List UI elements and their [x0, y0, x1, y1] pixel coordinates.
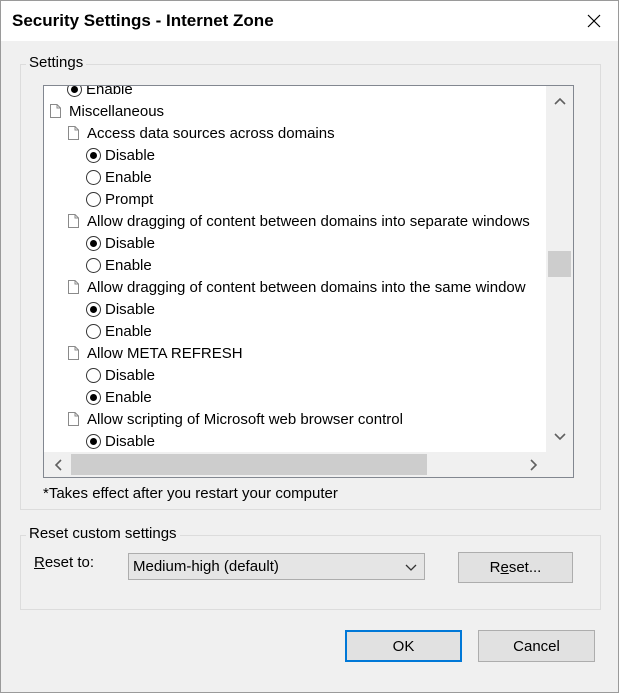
- tree-radio-option[interactable]: Enable: [44, 86, 547, 100]
- tree-item-label: Enable: [105, 322, 152, 340]
- close-button[interactable]: [578, 5, 610, 37]
- tree-item-label: Access data sources across domains: [87, 124, 335, 142]
- tree-item-label: Allow dragging of content between domain…: [87, 212, 530, 230]
- close-icon: [587, 14, 601, 28]
- vertical-scrollbar[interactable]: [546, 86, 573, 452]
- reset-button[interactable]: Re set...: [458, 552, 573, 583]
- tree-setting-item[interactable]: Allow scripting of Microsoft web browser…: [44, 408, 547, 430]
- ok-button[interactable]: OK: [345, 630, 462, 662]
- tree-item-label: Disable: [105, 234, 156, 252]
- tree-item-label: Allow META REFRESH: [87, 344, 243, 362]
- tree-item-label: Allow dragging of content between domain…: [87, 278, 526, 296]
- security-settings-dialog: Security Settings - Internet Zone Settin…: [0, 0, 619, 693]
- reset-to-label-text: eset to:: [44, 554, 95, 571]
- scroll-right-button[interactable]: [520, 454, 547, 476]
- title-bar: Security Settings - Internet Zone: [1, 1, 618, 41]
- reset-button-access-key: e: [500, 559, 509, 576]
- document-icon: [68, 346, 79, 360]
- reset-group-label: Reset custom settings: [26, 525, 180, 542]
- settings-tree-viewport: Enable Miscellaneous Access data sources a…: [44, 86, 547, 452]
- chevron-up-icon: [553, 97, 566, 105]
- tree-item-label: Allow scripting of Microsoft web browser…: [87, 410, 403, 428]
- tree-radio-option[interactable]: Enable: [44, 254, 547, 276]
- radio-unchecked-icon[interactable]: [86, 169, 101, 185]
- chevron-down-icon: [405, 564, 417, 571]
- tree-setting-item[interactable]: Miscellaneous: [44, 100, 547, 122]
- tree-item-label: Enable: [105, 256, 152, 274]
- tree-item-label: Disable: [105, 146, 156, 164]
- tree-item-label: Disable: [105, 300, 156, 318]
- tree-radio-option[interactable]: Disable: [44, 298, 547, 320]
- tree-item-label: Miscellaneous: [69, 102, 165, 120]
- tree-radio-option[interactable]: Disable: [44, 144, 547, 166]
- vertical-scroll-thumb[interactable]: [548, 251, 571, 277]
- chevron-left-icon: [54, 459, 62, 471]
- tree-setting-item[interactable]: Allow dragging of content between domain…: [44, 276, 547, 298]
- scroll-corner: [546, 452, 573, 477]
- reset-button-label-start: R: [489, 559, 501, 576]
- horizontal-scrollbar[interactable]: [44, 452, 547, 477]
- settings-tree-content: Enable Miscellaneous Access data sources a…: [44, 86, 547, 452]
- tree-radio-option[interactable]: Enable: [44, 386, 547, 408]
- radio-checked-icon[interactable]: [86, 147, 101, 163]
- document-icon: [68, 214, 79, 228]
- radio-unchecked-icon[interactable]: [86, 367, 101, 383]
- document-icon: [68, 280, 79, 294]
- radio-unchecked-icon[interactable]: [86, 323, 101, 339]
- tree-item-label: Enable: [105, 168, 152, 186]
- tree-item-label: Enable: [86, 86, 133, 98]
- tree-item-label: Prompt: [105, 190, 154, 208]
- reset-button-label-end: set...: [508, 559, 542, 576]
- reset-level-value: Medium-high (default): [133, 558, 279, 575]
- horizontal-scroll-thumb[interactable]: [71, 454, 427, 475]
- chevron-down-icon: [553, 433, 566, 441]
- document-icon: [50, 104, 61, 118]
- tree-radio-option[interactable]: Disable: [44, 364, 547, 386]
- restart-note: *Takes effect after you restart your com…: [43, 485, 338, 502]
- scroll-left-button[interactable]: [44, 454, 71, 476]
- radio-unchecked-icon[interactable]: [86, 257, 101, 273]
- settings-tree[interactable]: Enable Miscellaneous Access data sources a…: [43, 85, 574, 478]
- scroll-down-button[interactable]: [546, 426, 573, 448]
- radio-unchecked-icon[interactable]: [86, 191, 101, 207]
- tree-setting-item[interactable]: Allow dragging of content between domain…: [44, 210, 547, 232]
- tree-setting-item[interactable]: Access data sources across domains: [44, 122, 547, 144]
- reset-to-access-key: R: [34, 554, 45, 571]
- tree-radio-option[interactable]: Enable: [44, 166, 547, 188]
- dialog-title: Security Settings - Internet Zone: [12, 11, 274, 30]
- radio-checked-icon[interactable]: [86, 301, 101, 317]
- document-icon: [68, 126, 79, 140]
- tree-setting-item[interactable]: Allow META REFRESH: [44, 342, 547, 364]
- scroll-up-button[interactable]: [546, 90, 573, 112]
- tree-item-label: Enable: [105, 388, 152, 406]
- chevron-right-icon: [529, 459, 537, 471]
- tree-item-label: Disable: [105, 432, 156, 450]
- radio-checked-icon[interactable]: [86, 433, 101, 449]
- tree-radio-option[interactable]: Prompt: [44, 188, 547, 210]
- tree-radio-option[interactable]: Disable: [44, 232, 547, 254]
- tree-radio-option[interactable]: Disable: [44, 430, 547, 452]
- settings-group-label: Settings: [26, 54, 87, 71]
- tree-radio-option[interactable]: Enable: [44, 320, 547, 342]
- tree-item-label: Disable: [105, 366, 156, 384]
- cancel-button[interactable]: Cancel: [478, 630, 595, 662]
- radio-checked-icon[interactable]: [86, 389, 101, 405]
- radio-checked-icon[interactable]: [67, 86, 82, 97]
- document-icon: [68, 412, 79, 426]
- reset-level-dropdown[interactable]: Medium-high (default): [128, 553, 425, 580]
- radio-checked-icon[interactable]: [86, 235, 101, 251]
- reset-to-label: Reset to:: [34, 554, 94, 571]
